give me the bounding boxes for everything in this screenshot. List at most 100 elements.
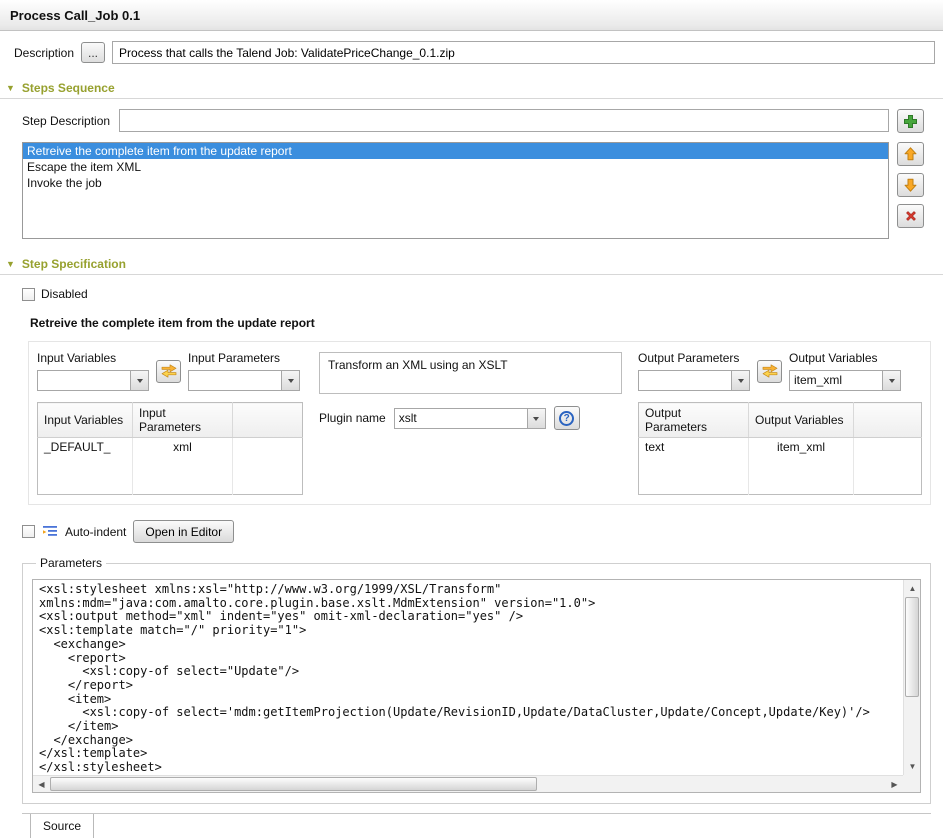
- plus-icon: [904, 115, 917, 128]
- output-swap-button[interactable]: [757, 360, 782, 383]
- open-in-editor-button[interactable]: Open in Editor: [133, 520, 234, 543]
- cell-input-parameter[interactable]: xml: [133, 438, 233, 457]
- arrow-down-icon: [904, 178, 917, 192]
- description-browse-button[interactable]: ...: [81, 42, 105, 63]
- step-list-item[interactable]: Invoke the job: [23, 175, 888, 191]
- auto-indent-label: Auto-indent: [65, 525, 126, 539]
- output-table-header-variables[interactable]: Output Variables: [749, 403, 854, 438]
- disabled-label: Disabled: [41, 287, 88, 301]
- chevron-down-icon[interactable]: [882, 371, 900, 390]
- description-row: Description ...: [14, 41, 935, 64]
- input-table-header-parameters[interactable]: Input Parameters: [133, 403, 233, 438]
- chevron-down-icon[interactable]: [731, 371, 749, 390]
- table-row[interactable]: [639, 457, 922, 476]
- input-parameters-label: Input Parameters: [188, 351, 300, 365]
- plugin-panel: Input Variables Input Parameters: [28, 341, 931, 505]
- move-step-up-button[interactable]: [897, 142, 924, 166]
- output-variables-label: Output Variables: [789, 351, 901, 365]
- description-label: Description: [14, 46, 74, 60]
- scroll-up-icon[interactable]: ▲: [904, 580, 921, 597]
- plugin-name-row: Plugin name xslt ?: [319, 406, 622, 430]
- auto-indent-row: Auto-indent Open in Editor: [22, 520, 933, 543]
- parameters-group: Parameters <xsl:stylesheet xmlns:xsl="ht…: [22, 556, 931, 804]
- chevron-down-icon[interactable]: [527, 409, 545, 428]
- parameters-legend: Parameters: [36, 556, 106, 570]
- cell-output-variable[interactable]: item_xml: [749, 438, 854, 457]
- step-description-input[interactable]: [119, 109, 889, 132]
- table-row[interactable]: text item_xml: [639, 438, 922, 457]
- output-parameters-label: Output Parameters: [638, 351, 750, 365]
- disabled-checkbox[interactable]: [22, 288, 35, 301]
- editor-tabbar: Source: [22, 813, 931, 838]
- input-parameters-combo[interactable]: [188, 370, 300, 391]
- delete-icon: [905, 210, 917, 222]
- scrollbar-corner: [903, 775, 920, 792]
- input-table-header-empty[interactable]: [233, 403, 303, 438]
- input-table-header-variables[interactable]: Input Variables: [38, 403, 133, 438]
- input-variables-combo[interactable]: [37, 370, 149, 391]
- selected-step-title: Retreive the complete item from the upda…: [30, 316, 933, 330]
- xslt-editor[interactable]: <xsl:stylesheet xmlns:xsl="http://www.w3…: [32, 579, 921, 793]
- collapse-icon[interactable]: ▼: [6, 259, 15, 269]
- step-description-label: Step Description: [22, 114, 110, 128]
- table-row[interactable]: [38, 457, 303, 476]
- combo-value: [639, 371, 731, 390]
- help-icon: ?: [559, 411, 574, 426]
- steps-sequence-section-header[interactable]: ▼ Steps Sequence: [0, 75, 943, 99]
- plugin-info: Transform an XML using an XSLT Plugin na…: [319, 351, 622, 430]
- plugin-name-label: Plugin name: [319, 411, 386, 425]
- steps-sequence-title: Steps Sequence: [22, 81, 115, 95]
- steps-sequence-body: Step Description Retreive the complete i…: [22, 109, 933, 239]
- scroll-left-icon[interactable]: ◀: [33, 776, 50, 793]
- swap-icon: [161, 364, 177, 378]
- disabled-row: Disabled: [22, 287, 933, 301]
- combo-value: item_xml: [790, 371, 882, 390]
- add-step-button[interactable]: [897, 109, 924, 133]
- description-input[interactable]: [112, 41, 935, 64]
- steps-list[interactable]: Retreive the complete item from the upda…: [22, 142, 889, 239]
- vertical-scrollbar-thumb[interactable]: [905, 597, 919, 697]
- input-selectors: Input Variables Input Parameters: [37, 351, 303, 391]
- plugin-name-combo[interactable]: xslt: [394, 408, 546, 429]
- vertical-scrollbar[interactable]: ▲ ▼: [903, 580, 920, 775]
- input-table: Input Variables Input Parameters _DEFAUL…: [37, 402, 303, 495]
- horizontal-scrollbar-thumb[interactable]: [50, 777, 537, 791]
- scroll-right-icon[interactable]: ▶: [886, 776, 903, 793]
- table-row[interactable]: _DEFAULT_ xml: [38, 438, 303, 457]
- output-group: Output Parameters Output Variables item_…: [638, 351, 922, 495]
- cell-input-variable[interactable]: _DEFAULT_: [38, 438, 133, 457]
- tab-source[interactable]: Source: [30, 814, 94, 838]
- chevron-down-icon[interactable]: [281, 371, 299, 390]
- plugin-description: Transform an XML using an XSLT: [319, 352, 622, 394]
- output-parameters-combo[interactable]: [638, 370, 750, 391]
- chevron-down-icon[interactable]: [130, 371, 148, 390]
- auto-indent-checkbox[interactable]: [22, 525, 35, 538]
- output-table-header-parameters[interactable]: Output Parameters: [639, 403, 749, 438]
- combo-value: [189, 371, 281, 390]
- output-table: Output Parameters Output Variables text …: [638, 402, 922, 495]
- output-table-header-empty[interactable]: [854, 403, 922, 438]
- move-step-down-button[interactable]: [897, 173, 924, 197]
- auto-indent-icon: [42, 525, 58, 538]
- combo-value: xslt: [395, 409, 527, 428]
- process-editor: Process Call_Job 0.1 Description ... ▼ S…: [0, 0, 943, 838]
- input-swap-button[interactable]: [156, 360, 181, 383]
- table-row[interactable]: [639, 476, 922, 495]
- help-button[interactable]: ?: [554, 406, 580, 430]
- combo-value: [38, 371, 130, 390]
- step-order-buttons: [897, 142, 933, 228]
- table-row[interactable]: [38, 476, 303, 495]
- output-selectors: Output Parameters Output Variables item_…: [638, 351, 922, 391]
- cell-output-parameter[interactable]: text: [639, 438, 749, 457]
- step-specification-section-header[interactable]: ▼ Step Specification: [0, 251, 943, 275]
- delete-step-button[interactable]: [897, 204, 924, 228]
- scroll-down-icon[interactable]: ▼: [904, 758, 921, 775]
- xslt-source-text[interactable]: <xsl:stylesheet xmlns:xsl="http://www.w3…: [33, 580, 902, 774]
- step-list-item[interactable]: Escape the item XML: [23, 159, 888, 175]
- step-specification-title: Step Specification: [22, 257, 126, 271]
- step-list-item[interactable]: Retreive the complete item from the upda…: [23, 143, 888, 159]
- page-title: Process Call_Job 0.1: [0, 0, 943, 31]
- collapse-icon[interactable]: ▼: [6, 83, 15, 93]
- horizontal-scrollbar[interactable]: ◀ ▶: [33, 775, 903, 792]
- output-variables-combo[interactable]: item_xml: [789, 370, 901, 391]
